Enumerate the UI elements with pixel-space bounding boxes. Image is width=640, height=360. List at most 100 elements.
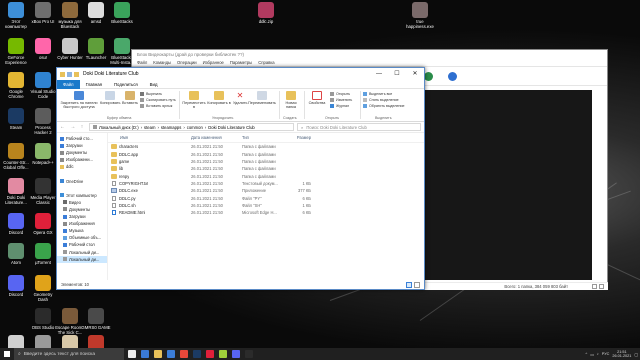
nav-item[interactable]: Документы	[57, 149, 107, 156]
desktop-icon[interactable]: Doki Doki Literature...	[1, 178, 31, 205]
network-icon[interactable]: ▭	[590, 352, 594, 357]
tab-view[interactable]: Вид	[144, 80, 164, 89]
desktop-icon[interactable]: Atom	[1, 243, 31, 265]
nav-item[interactable]: Рабочий сто...	[57, 135, 107, 142]
cut-button[interactable]: Вырезать	[140, 92, 162, 96]
move-to-button[interactable]: Переместить в	[182, 91, 206, 109]
rename-button[interactable]: Переименовать	[248, 91, 276, 105]
desktop-icon[interactable]: xBox Pro UI	[28, 2, 58, 24]
desktop-icon[interactable]: Discord	[1, 213, 31, 235]
menu-item[interactable]: Команды	[153, 60, 171, 65]
column-name[interactable]: Имя	[108, 135, 191, 140]
desktop-icon[interactable]: Google Chrome	[1, 72, 31, 99]
desktop-icon[interactable]: Media Player Classic	[28, 178, 58, 205]
new-folder-button[interactable]: Новая папка	[282, 91, 300, 109]
menu-item[interactable]: Справка	[258, 60, 274, 65]
taskbar-app-icon[interactable]	[154, 350, 162, 358]
desktop-icon[interactable]: Discord	[1, 275, 31, 297]
close-button[interactable]: ✕	[406, 68, 424, 80]
desktop-icon[interactable]: ddlc.zip	[251, 2, 281, 24]
details-view-icon[interactable]	[406, 282, 412, 288]
nav-item[interactable]: Видео	[57, 199, 107, 206]
taskbar-app-icon[interactable]	[206, 350, 214, 358]
nav-item[interactable]: Музыка	[57, 227, 107, 234]
nav-item[interactable]: Локальный ди...	[57, 249, 107, 256]
chevron-up-icon[interactable]: ^	[585, 352, 587, 356]
minimize-button[interactable]: —	[370, 68, 388, 80]
address-bar[interactable]: Локальный диск (D:) › steam › steamapps › c…	[89, 123, 294, 131]
file-row[interactable]: COPYRIGHT.txt 26.01.2021 21:50 Текстовый д…	[108, 180, 424, 187]
tab-share[interactable]: Поделиться	[108, 80, 144, 89]
file-row[interactable]: DDLC.py 26.01.2021 21:50 Файл "PY" 6 КБ	[108, 194, 424, 201]
desktop-icon[interactable]: Этот компьютер	[1, 2, 31, 29]
paste-shortcut-button[interactable]: Вставить ярлык	[140, 104, 172, 108]
file-explorer-window[interactable]: Doki Doki Literature Club — ☐ ✕ Файл Гла…	[56, 67, 425, 290]
notifications-icon[interactable]: ▢	[634, 352, 638, 357]
view-icon[interactable]	[592, 284, 597, 289]
file-row[interactable]: lib 26.01.2021 21:50 Папка с файлами	[108, 165, 424, 172]
copy-to-button[interactable]: Копировать в	[207, 91, 231, 105]
delete-button[interactable]: ✕ Удалить	[233, 91, 248, 105]
desktop-icon[interactable]: OBS Studio	[28, 308, 58, 330]
properties-button[interactable]: Свойства	[307, 91, 327, 105]
tab-home[interactable]: Главная	[80, 80, 108, 89]
menu-item[interactable]: Избранное	[203, 60, 224, 65]
select-none-button[interactable]: Снять выделение	[363, 98, 399, 102]
nav-item[interactable]: ddlc	[57, 163, 107, 170]
breadcrumb[interactable]: steam	[144, 125, 155, 130]
search-input[interactable]: ⌕ Поиск: Doki Doki Literature Club	[297, 123, 421, 131]
desktop-icon[interactable]: GMRS0 GAME	[81, 308, 111, 330]
nav-item[interactable]: Этот компьютер	[57, 192, 107, 199]
nav-item[interactable]: Документы	[57, 206, 107, 213]
breadcrumb[interactable]: Локальный диск (D:)	[99, 125, 139, 130]
volume-icon[interactable]: ♪	[597, 352, 599, 356]
toolbar-icon[interactable]	[424, 72, 433, 81]
pin-quick-access-button[interactable]: Закрепить на панели быстрого доступа	[60, 91, 98, 109]
desktop-icon[interactable]: true happiness.exe	[405, 2, 435, 29]
invert-selection-button[interactable]: Обратить выделение	[363, 104, 405, 108]
paste-button[interactable]: Вставить	[121, 91, 139, 105]
column-size[interactable]: Размер	[285, 135, 314, 140]
desktop-icon[interactable]: µTorrent	[28, 243, 58, 265]
desktop-icon[interactable]: BlueStacks	[107, 2, 137, 24]
maximize-button[interactable]: ☐	[388, 68, 406, 80]
language-indicator[interactable]: РУС	[602, 352, 610, 356]
desktop-icon[interactable]: Process Hacker 2	[28, 108, 58, 135]
taskbar-app-icon[interactable]	[141, 350, 149, 358]
taskbar-app-icon[interactable]	[245, 350, 253, 358]
copy-button[interactable]: Копировать	[100, 91, 120, 105]
nav-item[interactable]: Объемные объ...	[57, 234, 107, 241]
start-button[interactable]	[0, 348, 14, 360]
nav-item[interactable]: Изображени...	[57, 156, 107, 163]
file-row[interactable]: game 26.01.2021 21:50 Папка с файлами	[108, 158, 424, 165]
taskbar-app-icon[interactable]	[232, 350, 240, 358]
clock[interactable]: 21:51 26.01.2021	[612, 350, 631, 358]
file-row[interactable]: DDLC.sh 26.01.2021 21:50 Файл "SH" 1 КБ	[108, 202, 424, 209]
nav-item[interactable]: Локальный ди...	[57, 255, 107, 263]
desktop-icon[interactable]: Opera GX	[28, 213, 58, 235]
taskbar-search[interactable]: ⌕ Введите здесь текст для поиска	[14, 348, 124, 360]
toolbar-icon[interactable]	[448, 72, 457, 81]
file-row[interactable]: renpy 26.01.2021 21:50 Папка с файлами	[108, 172, 424, 179]
desktop-icon[interactable]: Notepad++	[28, 143, 58, 165]
desktop-icon[interactable]: osu!	[28, 38, 58, 60]
file-row[interactable]: characters 26.01.2021 21:50 Папка с файлам…	[108, 143, 424, 150]
menu-item[interactable]: Файл	[137, 60, 147, 65]
menu-item[interactable]: Параметры	[230, 60, 252, 65]
quick-access-icon[interactable]	[67, 71, 72, 77]
nav-item[interactable]: OneDrive	[57, 178, 107, 185]
nav-item[interactable]: Рабочий стол	[57, 241, 107, 248]
edit-button[interactable]: Изменить	[330, 98, 352, 102]
breadcrumb[interactable]: steamapps	[161, 125, 181, 130]
nav-item[interactable]: Загрузки	[57, 213, 107, 220]
explorer-title-bar[interactable]: Doki Doki Literature Club — ☐ ✕	[57, 68, 424, 80]
desktop-icon[interactable]: Steam	[1, 108, 31, 130]
nav-item[interactable]: Загрузки	[57, 142, 107, 149]
menu-item[interactable]: Операции	[177, 60, 197, 65]
new-folder-icon[interactable]	[74, 71, 79, 77]
nav-item[interactable]: Изображения	[57, 220, 107, 227]
breadcrumb[interactable]: Doki Doki Literature Club	[208, 125, 255, 130]
navigation-arrows[interactable]: ← → ↑	[60, 124, 86, 130]
copy-path-button[interactable]: Скопировать путь	[140, 98, 176, 102]
view-icon[interactable]	[599, 284, 604, 289]
